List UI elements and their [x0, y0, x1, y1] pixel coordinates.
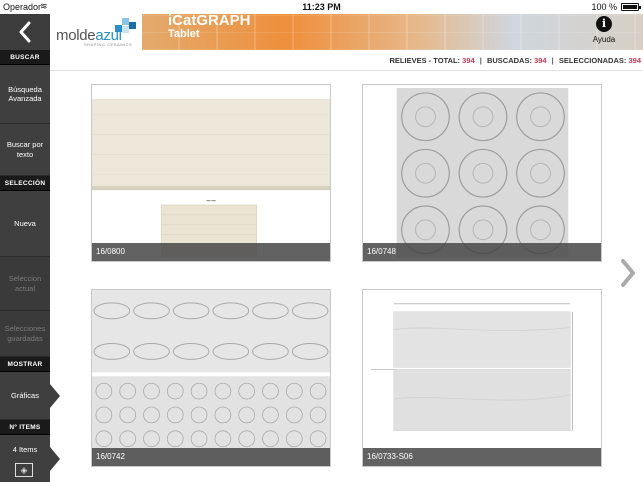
product-code: 16/0733-S06	[363, 448, 601, 466]
saved-selections-label: Selecciones guardadas	[4, 324, 46, 343]
advanced-search-label: Búsqueda Avanzada	[8, 84, 42, 103]
product-code: 16/0800	[92, 243, 330, 261]
items-count-button[interactable]: 4 Items ◈	[0, 435, 60, 482]
logo-tagline: SHAPING CERAMICS	[84, 42, 133, 47]
current-selection-button[interactable]: Seleccion actual	[0, 257, 50, 311]
product-code: 16/0742	[92, 448, 330, 466]
brand-logo: moldeazul SHAPING CERAMICS	[50, 14, 142, 50]
new-selection-label: Nueva	[14, 218, 36, 228]
battery-percent: 100 %	[591, 2, 617, 12]
separator: |	[479, 56, 482, 65]
advanced-search-button[interactable]: Búsqueda Avanzada	[0, 65, 50, 124]
chevron-left-icon	[19, 21, 31, 43]
back-button[interactable]	[0, 14, 50, 50]
text-search-label: Buscar por texto	[6, 140, 44, 159]
total-label: RELIEVES - TOTAL:	[389, 56, 461, 65]
product-card[interactable]: 16/0748	[362, 84, 602, 262]
product-thumbnail	[363, 290, 601, 466]
section-selection-header: SELECCIÓN	[0, 176, 50, 191]
graphics-view-button[interactable]: Gráficas	[0, 372, 60, 420]
product-card[interactable]: 16/0733-S06	[362, 289, 602, 467]
selected-count: 394	[628, 56, 641, 65]
info-icon: i	[596, 16, 612, 32]
product-card[interactable]: 16/0742	[91, 289, 331, 467]
separator: |	[551, 56, 554, 65]
svg-text:━━ ━━: ━━ ━━	[205, 199, 215, 203]
product-thumbnail	[92, 290, 330, 466]
grid-view-icon: ◈	[15, 463, 33, 477]
product-thumbnail: ━━ ━━	[92, 85, 330, 261]
section-search-header: BUSCAR	[0, 50, 50, 65]
chevron-right-icon[interactable]	[620, 258, 636, 288]
items-count-label: 4 Items	[12, 445, 38, 454]
help-label: Ayuda	[592, 35, 616, 44]
graphics-view-label: Gráficas	[11, 390, 39, 400]
new-selection-button[interactable]: Nueva	[0, 191, 50, 257]
text-search-button[interactable]: Buscar por texto	[0, 124, 50, 176]
status-bar: Operador ≋ 11:23 PM 100 %	[0, 0, 643, 14]
results-count-bar: RELIEVES - TOTAL: 394 | BUSCADAS: 394 | …	[50, 50, 643, 71]
current-selection-label: Seleccion actual	[8, 274, 42, 293]
screen: moldeazul SHAPING CERAMICS iCatGRAPH Tab…	[0, 0, 643, 482]
total-count: 394	[462, 56, 475, 65]
status-time: 11:23 PM	[302, 2, 341, 12]
saved-selections-button[interactable]: Selecciones guardadas	[0, 311, 50, 357]
product-thumbnail	[363, 85, 601, 261]
found-count: 394	[534, 56, 547, 65]
app-subtitle: Tablet	[168, 28, 200, 40]
product-code: 16/0748	[363, 243, 601, 261]
product-card[interactable]: ━━ ━━ 16/0800	[91, 84, 331, 262]
section-show-header: MOSTRAR	[0, 357, 50, 372]
help-button[interactable]: i Ayuda	[588, 16, 620, 44]
app-title: iCatGRAPH	[168, 12, 251, 29]
battery-icon	[621, 3, 641, 11]
sidebar: BUSCAR Búsqueda Avanzada Buscar por text…	[0, 50, 60, 482]
selected-label: SELECCIONADAS:	[558, 56, 627, 65]
section-items-header: Nº ITEMS	[0, 420, 50, 435]
found-label: BUSCADAS:	[486, 56, 532, 65]
